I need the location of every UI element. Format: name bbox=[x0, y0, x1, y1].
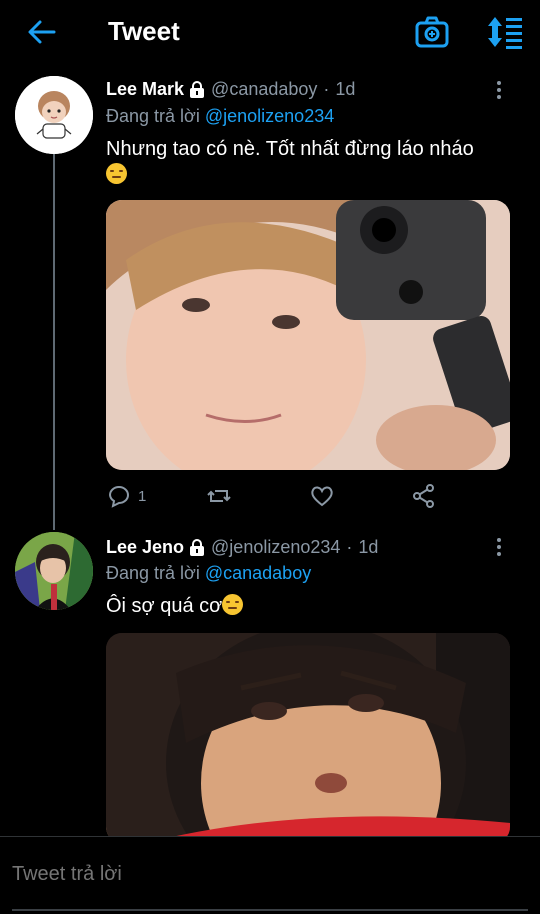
top-bar: Tweet bbox=[0, 0, 540, 64]
tweet-text: Nhưng tao có nè. Tốt nhất đừng láo nháo bbox=[106, 136, 516, 188]
separator-dot: · bbox=[323, 79, 330, 99]
reply-composer bbox=[0, 836, 540, 914]
meme-photo-gun bbox=[106, 200, 510, 470]
more-options-button[interactable] bbox=[494, 80, 504, 100]
timestamp: 1d bbox=[335, 79, 356, 99]
tweet-body: Nhưng tao có nè. Tốt nhất đừng láo nháo bbox=[106, 138, 474, 160]
avatar-cartoon-icon bbox=[15, 76, 93, 154]
retweet-action[interactable] bbox=[206, 482, 232, 510]
tweet-actions: 1 bbox=[106, 482, 466, 510]
mention-link[interactable]: @jenolizeno234 bbox=[205, 106, 334, 126]
share-action[interactable] bbox=[411, 482, 437, 510]
camera-icon bbox=[415, 16, 449, 48]
avatar-photo bbox=[15, 532, 93, 610]
avatar[interactable] bbox=[15, 532, 93, 610]
mention-link[interactable]: @canadaboy bbox=[205, 563, 311, 583]
arrow-left-icon bbox=[28, 20, 56, 44]
reply-icon bbox=[108, 486, 129, 508]
heart-icon bbox=[311, 486, 333, 507]
replying-to: Đang trả lời @jenolizeno234 bbox=[106, 106, 334, 127]
tweet-image[interactable] bbox=[106, 200, 510, 470]
camera-button[interactable] bbox=[414, 15, 450, 49]
tweet-body: Ôi sợ quá cơ bbox=[106, 595, 223, 617]
reply-action[interactable]: 1 bbox=[106, 482, 146, 510]
separator-dot: · bbox=[346, 537, 353, 557]
page-title: Tweet bbox=[108, 16, 180, 46]
reply-input[interactable] bbox=[12, 859, 528, 889]
more-vertical-icon bbox=[497, 81, 501, 99]
thread-connector-line bbox=[53, 154, 55, 530]
reply-count: 1 bbox=[138, 487, 147, 505]
timestamp: 1d bbox=[358, 537, 379, 557]
tweet-text: Ôi sợ quá cơ bbox=[106, 593, 516, 619]
replying-to: Đang trả lời @canadaboy bbox=[106, 563, 311, 584]
retweet-icon bbox=[207, 490, 231, 502]
back-button[interactable] bbox=[26, 17, 58, 47]
input-underline bbox=[12, 909, 528, 911]
replying-to-label: Đang trả lời bbox=[106, 563, 200, 583]
meme-photo-face bbox=[106, 633, 510, 843]
author-handle[interactable]: @canadaboy bbox=[211, 79, 317, 100]
author-name[interactable]: Lee Mark bbox=[106, 79, 184, 100]
lock-icon bbox=[190, 80, 205, 98]
author-name[interactable]: Lee Jeno bbox=[106, 537, 184, 558]
tweet-header: Lee Mark @canadaboy · 1d bbox=[106, 79, 355, 100]
author-handle[interactable]: @jenolizeno234 bbox=[211, 537, 340, 558]
smile-emoji-icon bbox=[222, 594, 244, 615]
sort-button[interactable] bbox=[486, 15, 524, 49]
tweet-image[interactable] bbox=[106, 633, 510, 843]
sort-icon bbox=[488, 17, 522, 49]
like-action[interactable] bbox=[309, 482, 335, 510]
share-icon bbox=[413, 484, 434, 508]
lock-icon bbox=[190, 538, 205, 556]
avatar[interactable] bbox=[15, 76, 93, 154]
more-vertical-icon bbox=[497, 538, 501, 556]
more-options-button[interactable] bbox=[494, 537, 504, 557]
replying-to-label: Đang trả lời bbox=[106, 106, 200, 126]
smirk-emoji-icon bbox=[106, 163, 127, 184]
tweet-header: Lee Jeno @jenolizeno234 · 1d bbox=[106, 537, 378, 558]
